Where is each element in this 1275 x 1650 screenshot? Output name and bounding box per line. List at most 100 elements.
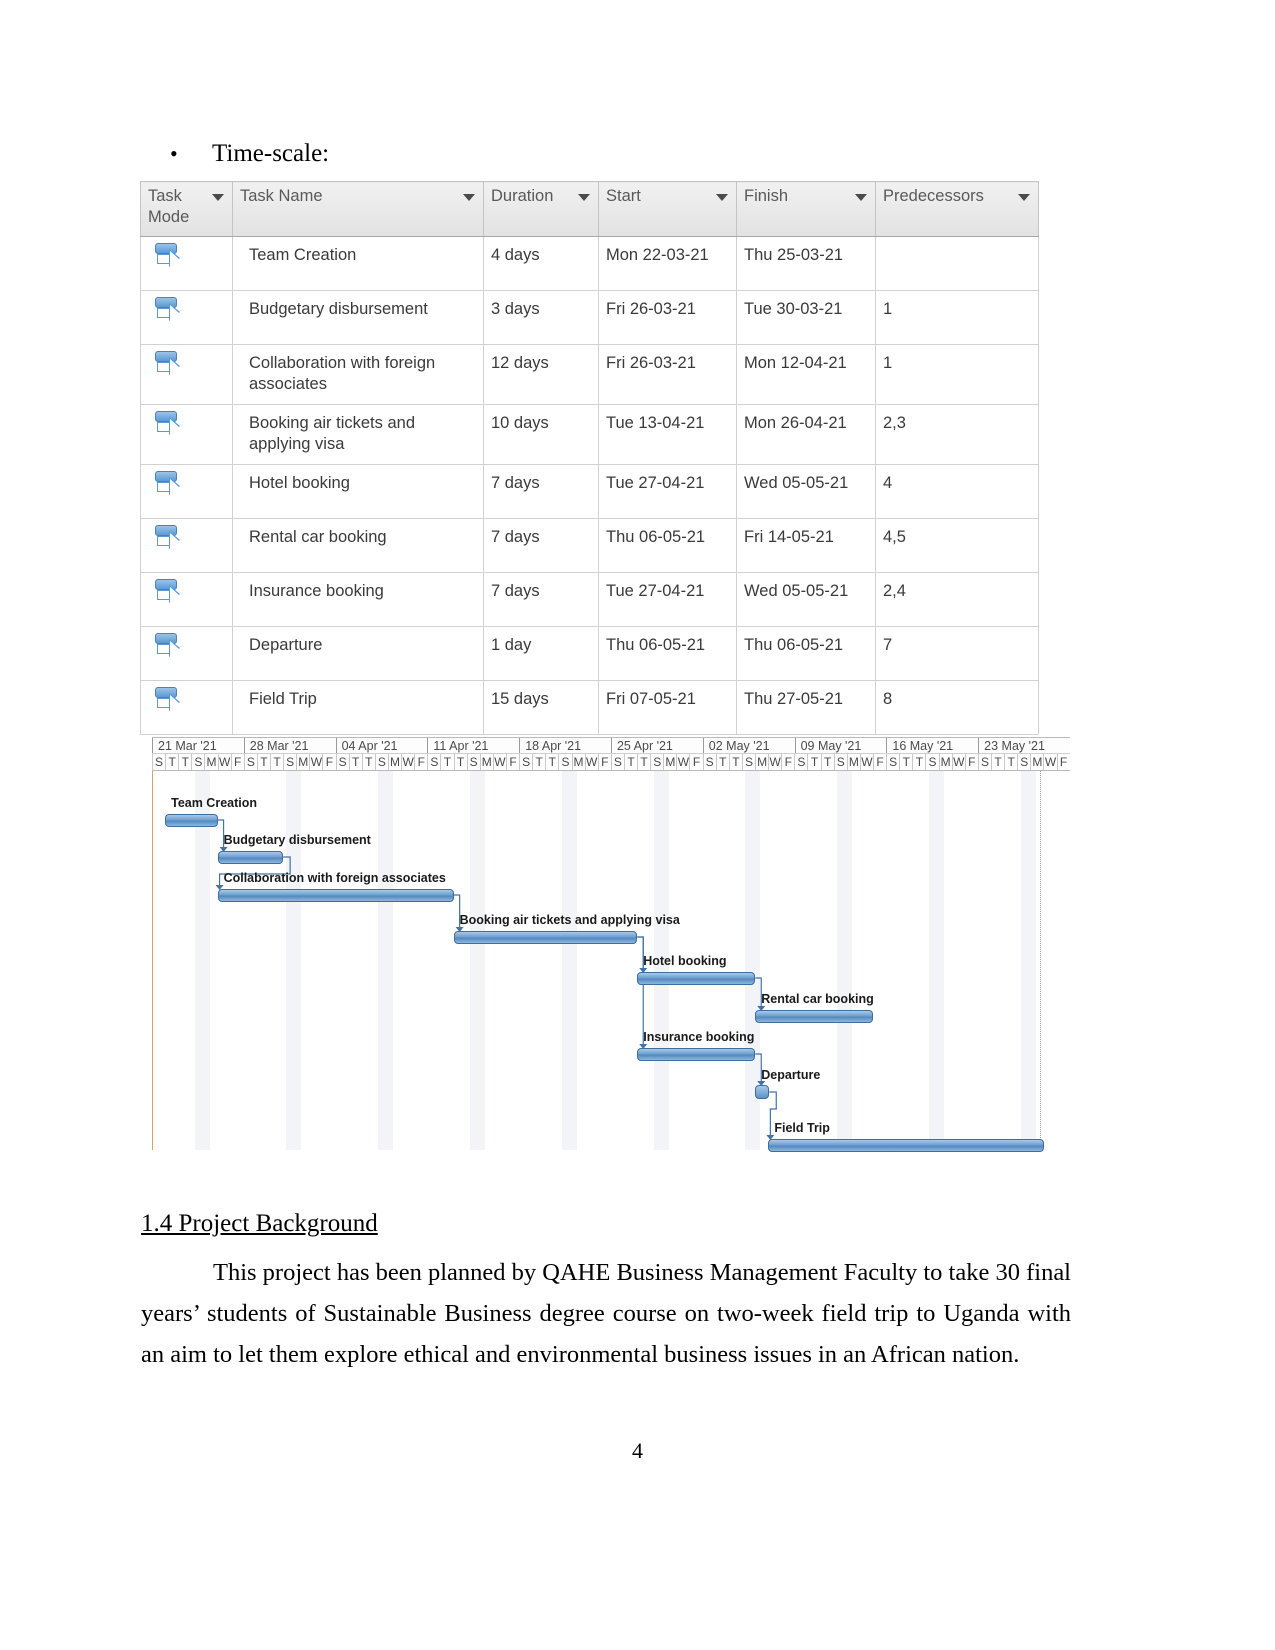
cell-predecessors[interactable]: 2,4 (875, 572, 1039, 627)
table-row[interactable]: Booking air tickets and applying visa 10 … (140, 404, 1039, 465)
cell-start[interactable]: Thu 06-05-21 (598, 518, 737, 573)
cell-predecessors[interactable]: 4 (875, 464, 1039, 519)
column-header-task-mode[interactable]: Task Mode (140, 181, 233, 237)
cell-task-mode[interactable] (140, 290, 233, 345)
gantt-bar[interactable] (217, 851, 284, 864)
cell-predecessors[interactable]: 2,3 (875, 404, 1039, 465)
cell-start[interactable]: Tue 13-04-21 (598, 404, 737, 465)
gantt-day-label: T (269, 754, 283, 770)
gantt-bar[interactable] (755, 1010, 874, 1023)
cell-task-mode[interactable] (140, 680, 233, 735)
table-row[interactable]: Budgetary disbursement 3 days Fri 26-03-21… (140, 290, 1039, 345)
cell-start[interactable]: Tue 27-04-21 (598, 572, 737, 627)
column-header-predecessors[interactable]: Predecessors (875, 181, 1039, 237)
cell-duration[interactable]: 10 days (483, 404, 599, 465)
cell-task-name-text: Collaboration with foreign associates (249, 354, 436, 394)
cell-duration[interactable]: 7 days (483, 572, 599, 627)
filter-dropdown-icon[interactable] (855, 194, 867, 201)
gantt-bar[interactable] (165, 814, 218, 827)
cell-task-name[interactable]: Collaboration with foreign associates (232, 344, 484, 405)
gantt-day-label: W (401, 754, 414, 770)
cell-start[interactable]: Thu 06-05-21 (598, 626, 737, 681)
filter-dropdown-icon[interactable] (463, 194, 475, 201)
cell-finish[interactable]: Tue 30-03-21 (736, 290, 876, 345)
filter-dropdown-icon[interactable] (1018, 194, 1030, 201)
table-row[interactable]: Collaboration with foreign associates 12 … (140, 344, 1039, 405)
cell-task-mode[interactable] (140, 404, 233, 465)
table-row[interactable]: Rental car booking 7 days Thu 06-05-21 Fri … (140, 518, 1039, 573)
cell-finish[interactable]: Thu 25-03-21 (736, 236, 876, 291)
cell-task-name[interactable]: Hotel booking (232, 464, 484, 519)
cell-start[interactable]: Mon 22-03-21 (598, 236, 737, 291)
gantt-bar[interactable] (768, 1139, 1044, 1152)
cell-task-name[interactable]: Team Creation (232, 236, 484, 291)
cell-task-mode[interactable] (140, 626, 233, 681)
column-header-duration[interactable]: Duration (483, 181, 599, 237)
gantt-day-label: S (977, 754, 991, 770)
cell-task-name-text: Field Trip (249, 690, 317, 708)
column-header-task-name[interactable]: Task Name (232, 181, 484, 237)
cell-predecessors[interactable]: 1 (875, 344, 1039, 405)
cell-duration[interactable]: 4 days (483, 236, 599, 291)
cell-duration[interactable]: 7 days (483, 518, 599, 573)
cell-predecessors[interactable]: 8 (875, 680, 1039, 735)
project-task-table: Task Mode Task Name Duration Start Finis… (140, 181, 1039, 735)
gantt-day-label: W (768, 754, 781, 770)
cell-finish[interactable]: Fri 14-05-21 (736, 518, 876, 573)
table-row[interactable]: Team Creation 4 days Mon 22-03-21 Thu 25-03… (140, 236, 1039, 291)
cell-finish[interactable]: Mon 12-04-21 (736, 344, 876, 405)
cell-predecessors[interactable] (875, 236, 1039, 291)
gantt-bar[interactable] (217, 889, 454, 902)
cell-start[interactable]: Tue 27-04-21 (598, 464, 737, 519)
gantt-day-label: T (165, 754, 178, 770)
cell-task-name[interactable]: Insurance booking (232, 572, 484, 627)
cell-task-mode[interactable] (140, 236, 233, 291)
gantt-bar[interactable] (637, 1048, 756, 1061)
cell-start-text: Tue 27-04-21 (606, 582, 705, 600)
table-row[interactable]: Departure 1 day Thu 06-05-21 Thu 06-05-21 7 (140, 626, 1039, 681)
cell-duration[interactable]: 7 days (483, 464, 599, 519)
cell-finish[interactable]: Wed 05-05-21 (736, 464, 876, 519)
table-row[interactable]: Field Trip 15 days Fri 07-05-21 Thu 27-05-2… (140, 680, 1039, 735)
cell-start[interactable]: Fri 26-03-21 (598, 344, 737, 405)
table-row[interactable]: Hotel booking 7 days Tue 27-04-21 Wed 05-05… (140, 464, 1039, 519)
cell-task-name[interactable]: Rental car booking (232, 518, 484, 573)
cell-finish[interactable]: Mon 26-04-21 (736, 404, 876, 465)
filter-dropdown-icon[interactable] (716, 194, 728, 201)
table-row[interactable]: Insurance booking 7 days Tue 27-04-21 Wed 0… (140, 572, 1039, 627)
gantt-bar[interactable] (637, 972, 756, 985)
gantt-bar[interactable] (755, 1085, 770, 1099)
cell-task-mode[interactable] (140, 572, 233, 627)
cell-task-mode[interactable] (140, 518, 233, 573)
cell-predecessors[interactable]: 1 (875, 290, 1039, 345)
filter-dropdown-icon[interactable] (212, 194, 224, 201)
cell-predecessors-text: 4 (883, 474, 893, 492)
cell-duration[interactable]: 3 days (483, 290, 599, 345)
cell-task-mode[interactable] (140, 464, 233, 519)
cell-start[interactable]: Fri 07-05-21 (598, 680, 737, 735)
gantt-bar[interactable] (453, 931, 638, 944)
column-header-finish[interactable]: Finish (736, 181, 876, 237)
cell-task-name[interactable]: Booking air tickets and applying visa (232, 404, 484, 465)
cell-duration[interactable]: 12 days (483, 344, 599, 405)
cell-duration[interactable]: 15 days (483, 680, 599, 735)
cell-task-name[interactable]: Departure (232, 626, 484, 681)
cell-predecessors-text: 8 (883, 690, 893, 708)
cell-duration[interactable]: 1 day (483, 626, 599, 681)
cell-start[interactable]: Fri 26-03-21 (598, 290, 737, 345)
column-header-start[interactable]: Start (598, 181, 737, 237)
cell-task-name[interactable]: Budgetary disbursement (232, 290, 484, 345)
gantt-day-label: M (846, 754, 860, 770)
cell-predecessors[interactable]: 7 (875, 626, 1039, 681)
cell-task-name[interactable]: Field Trip (232, 680, 484, 735)
gantt-day-label: S (610, 754, 624, 770)
cell-finish[interactable]: Thu 27-05-21 (736, 680, 876, 735)
cell-task-mode[interactable] (140, 344, 233, 405)
column-header-finish-label: Finish (744, 187, 789, 205)
gantt-day-label: S (466, 754, 480, 770)
cell-finish[interactable]: Wed 05-05-21 (736, 572, 876, 627)
gantt-day-label: M (938, 754, 952, 770)
cell-predecessors[interactable]: 4,5 (875, 518, 1039, 573)
filter-dropdown-icon[interactable] (578, 194, 590, 201)
cell-finish[interactable]: Thu 06-05-21 (736, 626, 876, 681)
